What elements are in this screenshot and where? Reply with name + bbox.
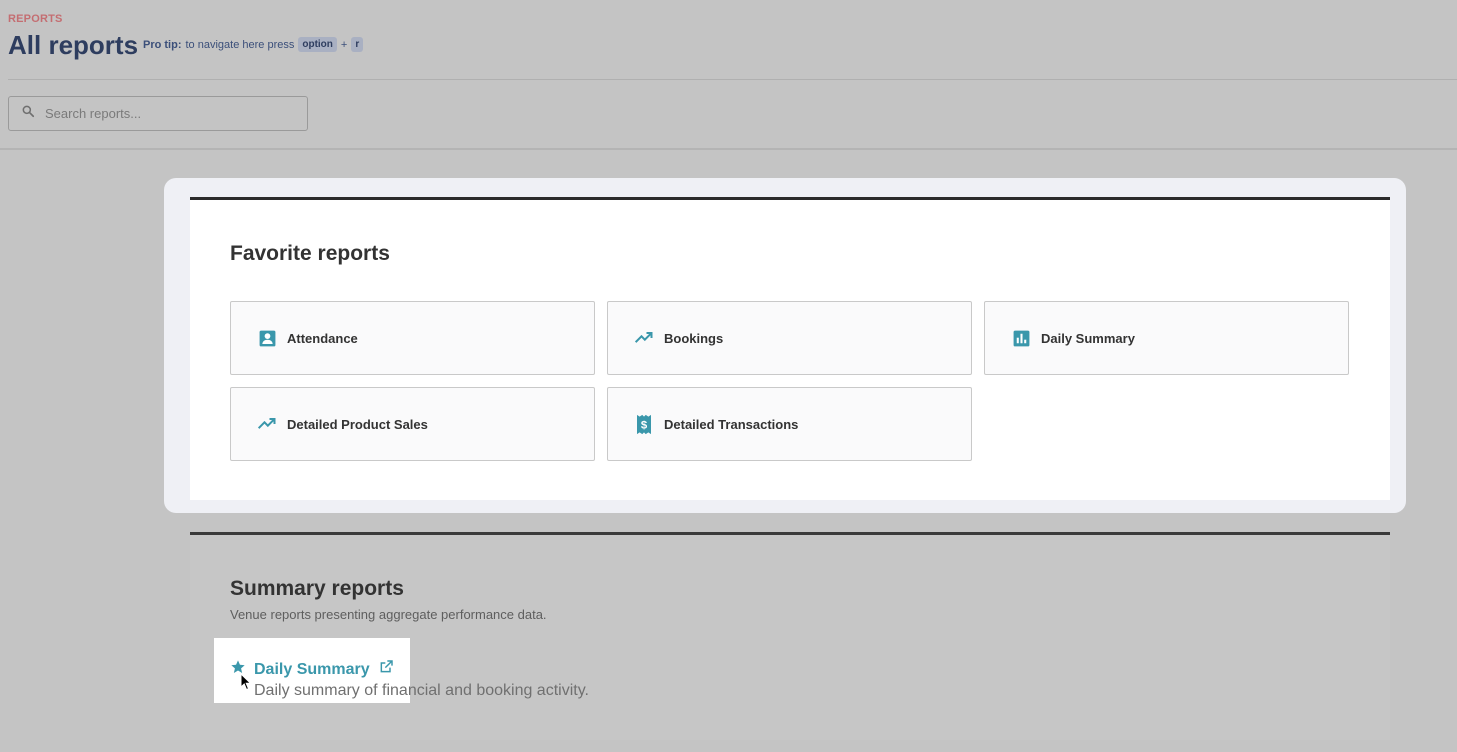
trending-up-icon [257,414,277,434]
external-link-icon[interactable] [378,659,394,680]
report-link-daily-summary[interactable]: Daily Summary [230,659,394,680]
search-input[interactable] [45,106,285,121]
page-header: REPORTS All reports Pro tip: to navigate… [0,0,1457,150]
favorites-modal: Favorite reports Attendance Bookings Dai… [164,178,1406,513]
favorite-card-label: Detailed Product Sales [287,416,428,432]
favorite-card-label: Daily Summary [1041,330,1135,346]
favorite-card-label: Bookings [664,330,724,346]
shortcut-key-r: r [351,37,364,52]
favorite-card-detailed-transactions[interactable]: $ Detailed Transactions [607,387,972,461]
favorite-card-attendance[interactable]: Attendance [230,301,595,375]
bar-chart-icon [1011,328,1031,348]
search-box[interactable] [8,96,308,131]
pro-tip-label: Pro tip: [143,38,182,51]
report-description: Daily summary of financial and booking a… [254,682,589,699]
person-badge-icon [257,328,277,348]
summary-title: Summary reports [230,577,404,600]
favorites-panel: Favorite reports Attendance Bookings Dai… [190,197,1390,500]
search-icon [21,104,35,123]
header-divider [8,79,1457,80]
favorite-card-daily-summary[interactable]: Daily Summary [984,301,1349,375]
favorite-card-label: Detailed Transactions [664,416,799,432]
page-title: All reports [8,30,139,60]
shortcut-key-option: option [298,37,337,52]
pro-tip-text: to navigate here press [185,38,295,51]
shortcut-plus: + [340,38,348,51]
summary-subtitle: Venue reports presenting aggregate perfo… [230,607,547,622]
receipt-dollar-icon: $ [634,414,654,434]
svg-text:$: $ [641,419,648,431]
trending-up-icon [634,328,654,348]
favorite-card-bookings[interactable]: Bookings [607,301,972,375]
eyebrow-label: REPORTS [8,13,63,25]
summary-reports-section: Summary reports Venue reports presenting… [190,532,1390,740]
favorite-card-label: Attendance [287,330,358,346]
report-link-label[interactable]: Daily Summary [254,661,370,679]
mouse-cursor-icon [240,672,252,696]
favorite-card-detailed-product-sales[interactable]: Detailed Product Sales [230,387,595,461]
pro-tip: Pro tip: to navigate here press option +… [143,37,364,52]
favorites-title: Favorite reports [230,242,390,265]
